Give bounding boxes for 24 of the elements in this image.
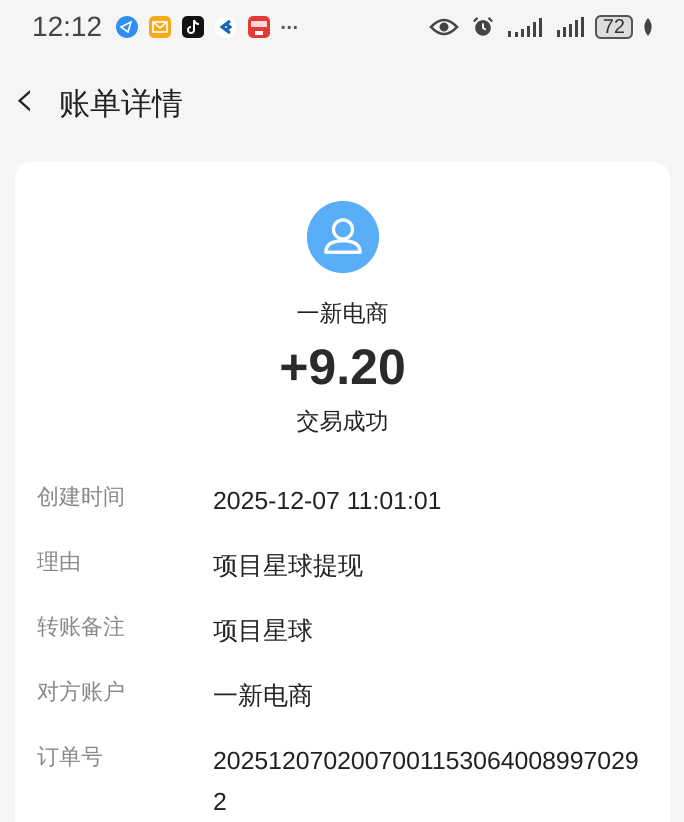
avatar-icon [304, 199, 380, 275]
detail-label: 对方账户 [37, 679, 126, 707]
leaf-icon [642, 17, 654, 37]
detail-value: 20251207020070011530640089970292 [213, 747, 640, 818]
detail-value: 项目星球提现 [213, 552, 364, 582]
detail-value: 一新电商 [213, 682, 314, 712]
payer-name: 一新电商 [296, 300, 388, 329]
battery-level: 72 [594, 15, 633, 39]
detail-label: 订单号 [37, 744, 104, 772]
music-note-app-icon [181, 15, 206, 39]
mail-app-icon [148, 15, 172, 39]
detail-label: 理由 [37, 549, 82, 577]
detail-value: 项目星球 [213, 617, 314, 647]
transaction-status: 交易成功 [296, 408, 388, 437]
detail-label: 转账备注 [37, 614, 126, 642]
back-button[interactable]: ‹ [14, 73, 49, 135]
clock-time: 12:12 [32, 11, 102, 43]
eye-icon [428, 16, 459, 38]
detail-value: 2025-12-07 11:01:01 [213, 487, 442, 517]
page-title: 账单详情 [58, 85, 183, 124]
amount: +9.20 [279, 338, 406, 396]
signal-icon [556, 16, 586, 38]
detail-label: 创建时间 [37, 484, 126, 512]
more-notifications: ··· [280, 18, 298, 36]
